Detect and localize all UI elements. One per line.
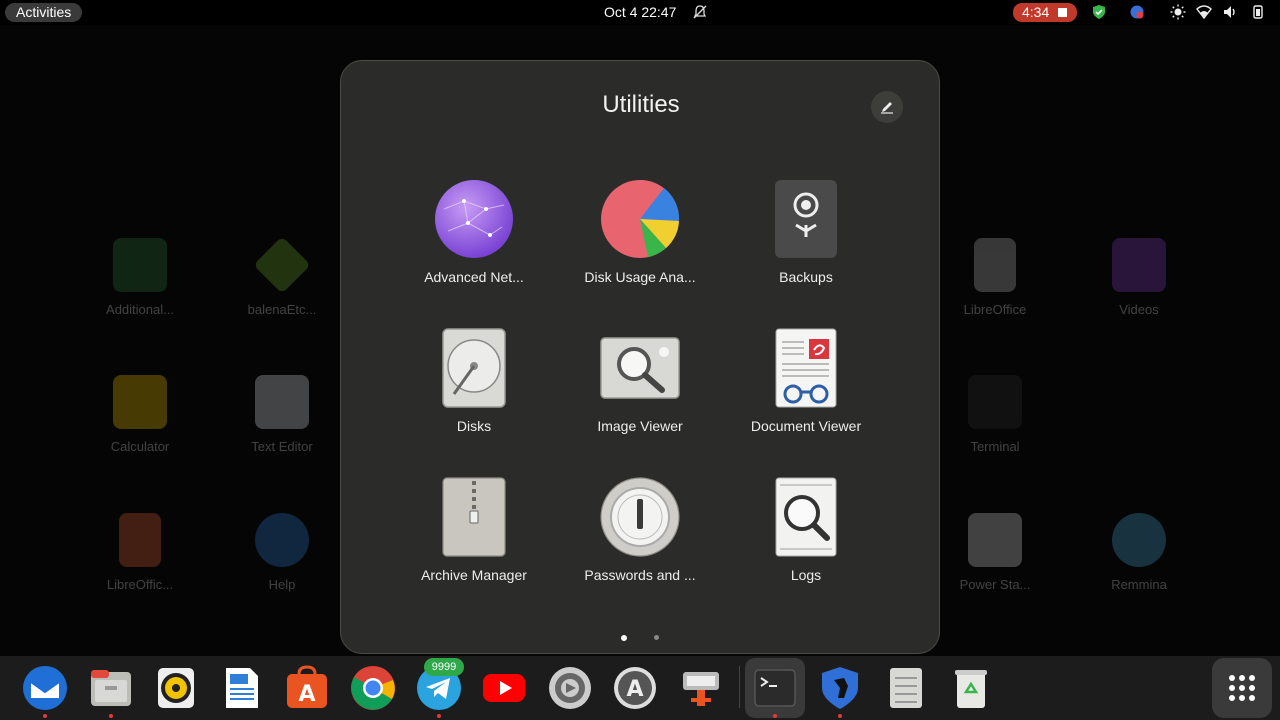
app-image-viewer[interactable]: Image Viewer (565, 328, 715, 434)
app-disk-usage-analyzer[interactable]: Disk Usage Ana... (565, 179, 715, 285)
image-viewer-icon (600, 328, 680, 408)
pencil-icon (881, 102, 893, 114)
running-indicator (43, 714, 47, 718)
bg-app-help[interactable]: Help (222, 513, 342, 592)
bg-app-remmina[interactable]: Remmina (1079, 513, 1199, 592)
stop-icon (1058, 8, 1067, 17)
bg-app-power-statistics[interactable]: Power Sta... (935, 513, 1055, 592)
app-logs[interactable]: Logs (731, 477, 881, 583)
youtube-icon[interactable] (480, 664, 528, 712)
rename-folder-button[interactable] (871, 91, 903, 123)
disks-icon (434, 328, 514, 408)
unread-badge: 9999 (424, 658, 464, 676)
text-editor-icon (255, 375, 309, 429)
guardian-icon[interactable] (816, 664, 864, 718)
rhythmbox-icon[interactable] (152, 664, 200, 712)
svg-text:A: A (626, 677, 643, 702)
terminal-icon (968, 375, 1022, 429)
running-indicator (773, 714, 777, 718)
passwords-keys-icon (600, 477, 680, 557)
chip-icon (113, 238, 167, 292)
app-disks[interactable]: Disks (399, 328, 549, 434)
wifi-icon[interactable] (1196, 4, 1212, 20)
shield-check-icon[interactable] (1091, 4, 1107, 20)
screenshot-tool-icon[interactable] (677, 664, 725, 712)
logs-icon (766, 477, 846, 557)
app-advanced-network[interactable]: Advanced Net... (399, 179, 549, 285)
terminal-icon[interactable] (745, 658, 805, 718)
trash-icon[interactable] (947, 664, 995, 712)
app-backups[interactable]: Backups (731, 179, 881, 285)
dock-separator (739, 666, 740, 708)
video-icon (1112, 238, 1166, 292)
settings-icon[interactable] (546, 664, 594, 712)
volume-icon[interactable] (1222, 4, 1238, 20)
bg-app-balenaetcher[interactable]: balenaEtc... (222, 236, 342, 317)
utilities-folder-popup: Utilities Advanced Net... Disk Usage Ana… (340, 60, 940, 654)
page-indicator-2[interactable] (654, 635, 659, 640)
running-indicator (109, 714, 113, 718)
presentation-icon (119, 513, 161, 567)
thunderbird-icon[interactable] (21, 664, 69, 718)
calculator-icon (113, 375, 167, 429)
document-viewer-icon (766, 328, 846, 408)
remmina-icon (1112, 513, 1166, 567)
bg-app-videos[interactable]: Videos (1079, 238, 1199, 317)
disk-usage-pie-icon (600, 179, 680, 259)
screen-recording-indicator[interactable]: 4:34 (1013, 3, 1077, 22)
notifications-muted-icon[interactable] (692, 4, 708, 20)
backups-safe-icon (766, 179, 846, 259)
bg-app-libreoffice-impress[interactable]: LibreOffic... (80, 513, 200, 592)
app-indicator-icon[interactable] (1129, 4, 1145, 20)
bg-app-calculator[interactable]: Calculator (80, 375, 200, 454)
files-icon[interactable] (87, 664, 135, 718)
file-list-icon[interactable] (882, 664, 930, 712)
folder-title[interactable]: Utilities (341, 91, 941, 119)
chrome-icon[interactable] (349, 664, 397, 712)
bg-app-libreoffice[interactable]: LibreOffice (935, 238, 1055, 317)
power-icon[interactable] (1250, 4, 1266, 20)
top-bar: Activities Oct 4 22:47 4:34 (0, 0, 1280, 25)
running-indicator (437, 714, 441, 718)
document-icon (974, 238, 1016, 292)
software-updater-icon[interactable]: A (611, 664, 659, 712)
running-indicator (838, 714, 842, 718)
recording-time: 4:34 (1022, 4, 1050, 20)
advanced-network-icon (434, 179, 514, 259)
chart-icon (968, 513, 1022, 567)
svg-text:A: A (298, 682, 315, 707)
cube-icon (253, 236, 311, 294)
grid-icon (1229, 675, 1255, 701)
brightness-icon[interactable] (1170, 4, 1186, 20)
libreoffice-writer-icon[interactable] (218, 664, 266, 712)
clock[interactable]: Oct 4 22:47 (604, 3, 676, 22)
activities-button[interactable]: Activities (5, 3, 83, 22)
dock: A 9999 A (0, 656, 1280, 720)
show-applications-button[interactable] (1212, 658, 1272, 718)
app-archive-manager[interactable]: Archive Manager (399, 477, 549, 583)
app-center-icon[interactable]: A (283, 664, 331, 712)
bg-app-terminal[interactable]: Terminal (935, 375, 1055, 454)
app-passwords-and-keys[interactable]: Passwords and ... (565, 477, 715, 583)
app-document-viewer[interactable]: Document Viewer (731, 328, 881, 434)
bg-app-additional-drivers[interactable]: Additional... (80, 238, 200, 317)
bg-app-text-editor[interactable]: Text Editor (222, 375, 342, 454)
archive-manager-icon (434, 477, 514, 557)
page-indicator-1[interactable] (621, 635, 627, 641)
help-icon (255, 513, 309, 567)
